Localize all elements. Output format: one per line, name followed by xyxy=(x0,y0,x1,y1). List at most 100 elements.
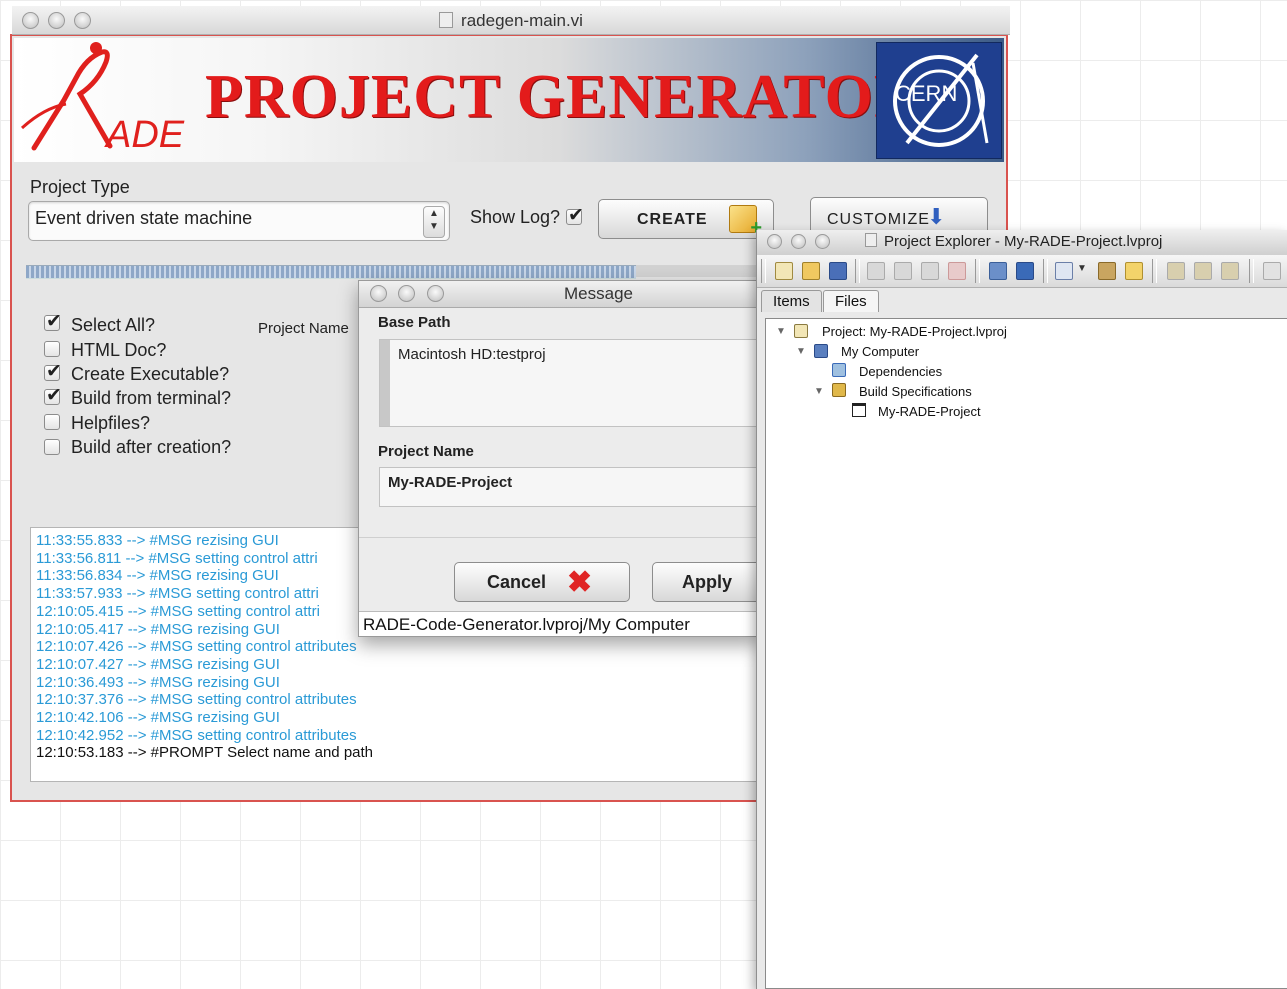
apply-button[interactable]: Apply xyxy=(652,562,759,602)
message-dialog: Message Base Path Macintosh HD:testproj … xyxy=(358,280,760,637)
expand-triangle-icon[interactable]: ▼ xyxy=(796,346,806,357)
project-type-value: Event driven state machine xyxy=(35,208,253,228)
log-line: 12:10:42.952 --> #MSG setting control at… xyxy=(36,727,357,744)
project-type-label: Project Type xyxy=(30,177,130,197)
project-icon xyxy=(794,324,808,338)
project-name-field[interactable]: My-RADE-Project xyxy=(379,467,759,507)
select-arrows-icon: ▲ ▼ xyxy=(423,206,445,238)
build-specs-icon xyxy=(832,383,846,397)
computer-icon xyxy=(814,344,828,358)
build-after-creation-checkbox[interactable] xyxy=(44,439,60,455)
close-explorer-button[interactable] xyxy=(767,234,782,249)
properties-icon[interactable] xyxy=(1098,262,1116,280)
save-icon[interactable] xyxy=(829,262,847,280)
html-doc-checkbox[interactable] xyxy=(44,341,60,357)
build-from-terminal-checkbox[interactable] xyxy=(44,384,62,407)
cancel-button-label: Cancel xyxy=(487,572,547,592)
delete-icon[interactable] xyxy=(948,262,966,280)
copy-icon[interactable] xyxy=(894,262,912,280)
tree-item-my-computer[interactable]: My Computer xyxy=(841,344,919,359)
window-title: radegen-main.vi xyxy=(461,11,583,30)
cern-logo-text: CERN xyxy=(895,81,958,106)
cut-icon[interactable] xyxy=(867,262,885,280)
log-line: 11:33:56.834 --> #MSG rezising GUI xyxy=(36,567,279,584)
tab-items[interactable]: Items xyxy=(761,290,822,312)
red-x-icon: ✖ xyxy=(567,566,593,599)
select-all-checkbox[interactable] xyxy=(44,310,62,333)
add-icon[interactable] xyxy=(1167,262,1185,280)
path-browse-handle[interactable] xyxy=(380,340,390,426)
log-line: 12:10:05.417 --> #MSG rezising GUI xyxy=(36,621,280,638)
log-line: 12:10:07.427 --> #MSG rezising GUI xyxy=(36,656,280,673)
log-line: 12:10:07.426 --> #MSG setting control at… xyxy=(36,638,357,655)
dialog-title: Message xyxy=(564,284,633,303)
tab-files[interactable]: Files xyxy=(823,290,879,312)
new-project-icon xyxy=(729,205,762,240)
message-dialog-titlebar[interactable]: Message xyxy=(359,281,759,308)
expand-triangle-icon[interactable]: ▼ xyxy=(814,386,824,397)
new-file-icon[interactable] xyxy=(775,262,793,280)
application-icon xyxy=(852,403,866,417)
status-path-text: RADE-Code-Generator.lvproj/My Computer xyxy=(363,615,690,634)
warning-icon[interactable] xyxy=(1125,262,1143,280)
explorer-title: Project Explorer - My-RADE-Project.lvpro… xyxy=(884,233,1163,250)
save-all-icon[interactable] xyxy=(1016,262,1034,280)
dependencies-icon xyxy=(832,363,846,377)
cern-logo: CERN xyxy=(876,42,1002,159)
apply-button-label: Apply xyxy=(682,572,733,592)
helpfiles-checkbox[interactable] xyxy=(44,414,60,430)
log-line: 11:33:56.811 --> #MSG setting control at… xyxy=(36,550,318,567)
base-path-field[interactable]: Macintosh HD:testproj xyxy=(379,339,759,427)
folder-action-icon[interactable] xyxy=(1194,262,1212,280)
minimize-explorer-button[interactable] xyxy=(791,234,806,249)
log-line: 11:33:57.933 --> #MSG setting control at… xyxy=(36,585,319,602)
progress-track xyxy=(636,265,758,277)
dialog-divider xyxy=(359,537,759,538)
cancel-button[interactable]: Cancel ✖ xyxy=(454,562,630,602)
tree-item-dependencies[interactable]: Dependencies xyxy=(859,364,942,379)
select-all-label: Select All? xyxy=(71,315,156,335)
rade-logo: ADE xyxy=(14,38,184,162)
logo-text: ADE xyxy=(106,114,185,156)
dialog-status-bar: RADE-Code-Generator.lvproj/My Computer xyxy=(359,611,759,636)
refresh-icon[interactable] xyxy=(1221,262,1239,280)
main-window-titlebar[interactable]: radegen-main.vi xyxy=(12,6,1010,35)
log-line: 12:10:05.415 --> #MSG setting control at… xyxy=(36,603,320,620)
project-tree[interactable]: ▼ Project: My-RADE-Project.lvproj ▼ My C… xyxy=(765,318,1287,989)
project-explorer-window: Project Explorer - My-RADE-Project.lvpro… xyxy=(756,230,1287,989)
minimize-dialog-button[interactable] xyxy=(398,285,415,302)
banner-title: PROJECT GENERATOR xyxy=(205,63,920,131)
html-doc-label: HTML Doc? xyxy=(71,340,167,360)
tree-item-project[interactable]: Project: My-RADE-Project.lvproj xyxy=(822,324,1007,339)
project-explorer-titlebar[interactable]: Project Explorer - My-RADE-Project.lvpro… xyxy=(757,230,1287,256)
help-icon[interactable] xyxy=(1263,262,1281,280)
show-log-label: Show Log? xyxy=(470,207,561,227)
log-line: 11:33:55.833 --> #MSG rezising GUI xyxy=(36,532,279,549)
log-line: 12:10:42.106 --> #MSG rezising GUI xyxy=(36,709,280,726)
create-executable-checkbox[interactable] xyxy=(44,360,62,383)
show-log-checkbox[interactable] xyxy=(566,204,584,227)
project-name-value: My-RADE-Project xyxy=(388,474,513,491)
base-path-value: Macintosh HD:testproj xyxy=(398,346,546,363)
project-type-select[interactable]: Event driven state machine ▲ ▼ xyxy=(28,201,450,241)
build-icon[interactable] xyxy=(989,262,1007,280)
open-folder-icon[interactable] xyxy=(802,262,820,280)
build-from-terminal-label: Build from terminal? xyxy=(71,388,232,408)
view-options-icon[interactable] xyxy=(1055,262,1073,280)
chevron-down-icon[interactable]: ▼ xyxy=(1077,263,1087,274)
document-icon xyxy=(439,12,454,28)
create-button[interactable]: CREATE xyxy=(598,199,774,240)
build-after-creation-label: Build after creation? xyxy=(71,437,232,457)
base-path-label: Base Path xyxy=(378,314,451,331)
tree-item-build-target[interactable]: My-RADE-Project xyxy=(878,404,981,419)
tree-item-build-specifications[interactable]: Build Specifications xyxy=(859,384,972,399)
zoom-dialog-button[interactable] xyxy=(427,285,444,302)
project-name-label: Project Name xyxy=(258,320,349,337)
close-dialog-button[interactable] xyxy=(370,285,387,302)
paste-icon[interactable] xyxy=(921,262,939,280)
expand-triangle-icon[interactable]: ▼ xyxy=(776,326,786,337)
dialog-project-name-label: Project Name xyxy=(378,443,474,460)
zoom-explorer-button[interactable] xyxy=(815,234,830,249)
create-executable-label: Create Executable? xyxy=(71,364,230,384)
project-file-icon xyxy=(865,233,877,247)
